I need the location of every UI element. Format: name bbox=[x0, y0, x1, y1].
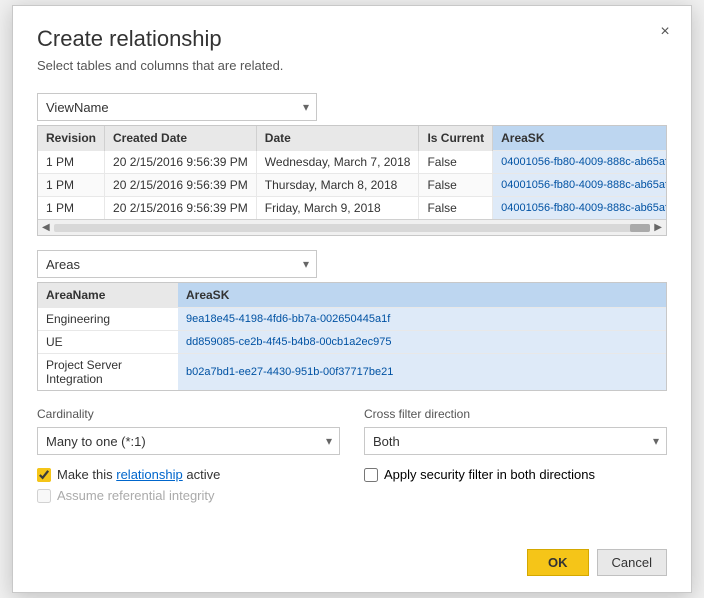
cell-areask2: b02a7bd1-ee27-4430-951b-00f37717be21 bbox=[178, 354, 666, 391]
close-button[interactable]: × bbox=[653, 20, 677, 44]
table1-dropdown[interactable]: ViewName bbox=[37, 93, 317, 121]
table-row: 1 PM 20 2/15/2016 9:56:39 PM Wednesday, … bbox=[38, 151, 667, 174]
cell-areask2: dd859085-ce2b-4f45-b4b8-00cb1a2ec975 bbox=[178, 331, 666, 354]
table-row: Project Server Integration b02a7bd1-ee27… bbox=[38, 354, 666, 391]
cell-date: Friday, March 9, 2018 bbox=[256, 197, 419, 220]
cell-revision: 1 PM bbox=[38, 174, 105, 197]
table2: AreaName AreaSK Engineering 9ea18e45-419… bbox=[38, 283, 666, 390]
cell-created-date: 20 2/15/2016 9:56:39 PM bbox=[105, 197, 257, 220]
table-row: 1 PM 20 2/15/2016 9:56:39 PM Friday, Mar… bbox=[38, 197, 667, 220]
cell-areask: 04001056-fb80-4009-888c-ab65afef1adb bbox=[493, 151, 667, 174]
dialog-subtitle: Select tables and columns that are relat… bbox=[37, 58, 667, 73]
dialog-footer: OK Cancel bbox=[13, 537, 691, 592]
table1-header-row: Revision Created Date Date Is Current Ar… bbox=[38, 126, 667, 151]
col-areask2-header: AreaSK bbox=[178, 283, 666, 308]
cardinality-dropdown[interactable]: Many to one (*:1) One to one (1:1) One t… bbox=[37, 427, 340, 455]
cell-areask: 04001056-fb80-4009-888c-ab65afef1adb bbox=[493, 174, 667, 197]
cell-areaname: UE bbox=[38, 331, 178, 354]
security-checkbox[interactable] bbox=[364, 468, 378, 482]
col-date: Date bbox=[256, 126, 419, 151]
table1-dropdown-wrapper: ViewName bbox=[37, 93, 317, 121]
cell-areask: 04001056-fb80-4009-888c-ab65afef1adb bbox=[493, 197, 667, 220]
table1: Revision Created Date Date Is Current Ar… bbox=[38, 126, 667, 219]
security-label: Apply security filter in both directions bbox=[384, 467, 595, 482]
cell-areaname: Engineering bbox=[38, 308, 178, 331]
dialog-title: Create relationship bbox=[37, 26, 667, 52]
cell-is-current: False bbox=[419, 197, 493, 220]
cell-date: Thursday, March 8, 2018 bbox=[256, 174, 419, 197]
cell-is-current: False bbox=[419, 174, 493, 197]
ok-button[interactable]: OK bbox=[527, 549, 589, 576]
integrity-checkbox[interactable] bbox=[37, 489, 51, 503]
table2-dropdown[interactable]: Areas bbox=[37, 250, 317, 278]
table2-container: AreaName AreaSK Engineering 9ea18e45-419… bbox=[37, 282, 667, 391]
col-revision: Revision bbox=[38, 126, 105, 151]
scroll-track[interactable] bbox=[54, 224, 651, 232]
left-checkboxes: Make this relationship active Assume ref… bbox=[37, 467, 340, 509]
cardinality-dropdown-wrapper: Many to one (*:1) One to one (1:1) One t… bbox=[37, 427, 340, 455]
scroll-right-icon[interactable]: ▶ bbox=[654, 222, 662, 233]
cell-date: Wednesday, March 7, 2018 bbox=[256, 151, 419, 174]
active-checkbox[interactable] bbox=[37, 468, 51, 482]
checkboxes-row: Make this relationship active Assume ref… bbox=[37, 467, 667, 509]
table-row: UE dd859085-ce2b-4f45-b4b8-00cb1a2ec975 bbox=[38, 331, 666, 354]
cell-created-date: 20 2/15/2016 9:56:39 PM bbox=[105, 174, 257, 197]
col-areask-header: AreaSK bbox=[493, 126, 667, 151]
table1-container: Revision Created Date Date Is Current Ar… bbox=[37, 125, 667, 236]
active-label: Make this relationship active bbox=[57, 467, 220, 482]
integrity-label: Assume referential integrity bbox=[57, 488, 215, 503]
active-checkbox-row: Make this relationship active bbox=[37, 467, 340, 482]
table2-dropdown-wrapper: Areas bbox=[37, 250, 317, 278]
scroll-thumb bbox=[630, 224, 650, 232]
integrity-checkbox-row: Assume referential integrity bbox=[37, 488, 340, 503]
table-row: 1 PM 20 2/15/2016 9:56:39 PM Thursday, M… bbox=[38, 174, 667, 197]
table-row: Engineering 9ea18e45-4198-4fd6-bb7a-0026… bbox=[38, 308, 666, 331]
active-link: relationship bbox=[116, 467, 183, 482]
cardinality-section: Cardinality Many to one (*:1) One to one… bbox=[37, 407, 340, 455]
right-checkboxes: Apply security filter in both directions bbox=[364, 467, 667, 509]
cardinality-label: Cardinality bbox=[37, 407, 340, 421]
dialog-header: × Create relationship Select tables and … bbox=[13, 6, 691, 93]
cross-filter-section: Cross filter direction Both Single bbox=[364, 407, 667, 455]
table2-header-row: AreaName AreaSK bbox=[38, 283, 666, 308]
cell-areaname: Project Server Integration bbox=[38, 354, 178, 391]
cell-areask2: 9ea18e45-4198-4fd6-bb7a-002650445a1f bbox=[178, 308, 666, 331]
table1-scrollbar: ◀ ▶ bbox=[38, 219, 666, 235]
cross-filter-dropdown[interactable]: Both Single bbox=[364, 427, 667, 455]
cell-revision: 1 PM bbox=[38, 151, 105, 174]
cell-revision: 1 PM bbox=[38, 197, 105, 220]
dialog-body: ViewName Revision Created Date Date Is C… bbox=[13, 93, 691, 537]
col-is-current: Is Current bbox=[419, 126, 493, 151]
cancel-button[interactable]: Cancel bbox=[597, 549, 667, 576]
col-created-date: Created Date bbox=[105, 126, 257, 151]
scroll-left-icon[interactable]: ◀ bbox=[42, 222, 50, 233]
cell-is-current: False bbox=[419, 151, 493, 174]
cross-filter-label: Cross filter direction bbox=[364, 407, 667, 421]
col-areaname-header: AreaName bbox=[38, 283, 178, 308]
cell-created-date: 20 2/15/2016 9:56:39 PM bbox=[105, 151, 257, 174]
settings-row: Cardinality Many to one (*:1) One to one… bbox=[37, 407, 667, 455]
cross-filter-dropdown-wrapper: Both Single bbox=[364, 427, 667, 455]
security-checkbox-row: Apply security filter in both directions bbox=[364, 467, 667, 482]
create-relationship-dialog: × Create relationship Select tables and … bbox=[12, 5, 692, 593]
